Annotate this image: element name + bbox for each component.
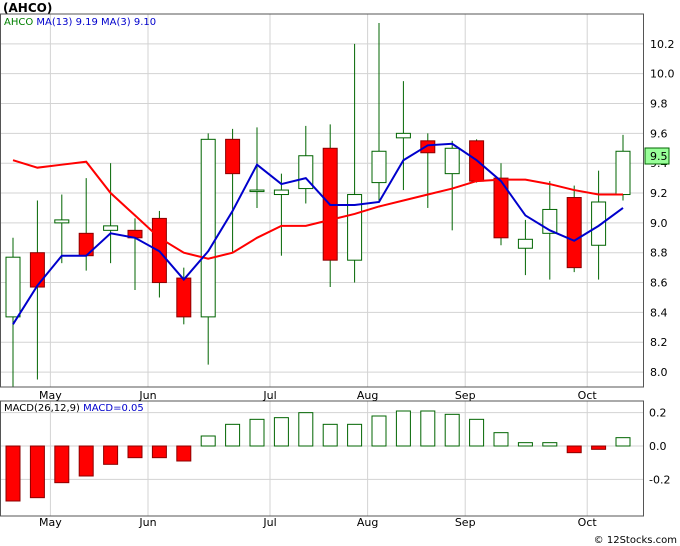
month-label: May — [39, 516, 62, 529]
price-tick-label: 8.6 — [650, 277, 668, 290]
macd-bar — [347, 423, 363, 447]
price-tick-label: 10.0 — [650, 68, 675, 81]
last-price-tag: 9.5 — [644, 147, 670, 165]
legend-entry: MACD=0.05 — [80, 403, 144, 414]
candle-up — [54, 219, 70, 224]
macd-bar — [200, 435, 216, 447]
macd-bar — [322, 423, 338, 447]
macd-bar — [371, 415, 387, 447]
price-tick-label: 9.6 — [650, 127, 668, 140]
month-label: Aug — [357, 516, 378, 529]
macd-bar — [444, 413, 460, 447]
macd-bar — [176, 445, 192, 462]
month-label: Sep — [455, 389, 476, 402]
month-label: May — [39, 389, 62, 402]
legend-entry: MA(13) — [33, 17, 72, 28]
chart-stage: 8.08.28.48.68.89.09.29.49.69.810.010.2 0… — [0, 0, 680, 546]
macd-bar — [29, 445, 45, 499]
macd-bar — [249, 418, 265, 447]
price-tick-label: 9.8 — [650, 98, 668, 111]
watermark: © 12Stocks.com — [594, 535, 677, 546]
macd-bar — [273, 417, 289, 447]
legend-entry: MA(3) — [98, 17, 131, 28]
candle-up — [371, 150, 387, 184]
month-label: Jul — [262, 389, 276, 402]
month-label: Aug — [357, 389, 378, 402]
chart-title: (AHCO) — [3, 1, 52, 15]
macd-bar — [5, 445, 21, 502]
macd-bar — [225, 423, 241, 447]
price-tick-label: 8.0 — [650, 366, 668, 379]
candle-up — [517, 238, 533, 249]
macd-bar — [615, 437, 631, 447]
candle-down — [29, 252, 45, 288]
legend-entry: 9.10 — [131, 17, 156, 28]
macd-bar — [493, 432, 509, 447]
month-label: Oct — [578, 389, 598, 402]
month-label: Sep — [455, 516, 476, 529]
macd-bar — [298, 412, 314, 447]
candle-up — [249, 189, 265, 193]
price-tick-label: 8.4 — [650, 306, 668, 319]
legend-entry: 9.19 — [72, 17, 97, 28]
macd-bar — [566, 445, 582, 454]
legend-entry: MACD(26,12,9) — [4, 403, 80, 414]
candle-down — [176, 277, 192, 318]
candle-up — [5, 256, 21, 318]
legend-entry: AHCO — [4, 17, 33, 28]
stock-chart: 8.08.28.48.68.89.09.29.49.69.810.010.2 0… — [0, 0, 680, 546]
macd-bar — [420, 410, 436, 447]
price-tick-label: 9.0 — [650, 217, 668, 230]
candle-up — [103, 225, 119, 231]
candle-down — [225, 138, 241, 175]
price-tick-label: 10.2 — [650, 38, 675, 51]
macd-bar — [395, 410, 411, 447]
macd-tick-label: 0.2 — [649, 407, 667, 420]
candle-up — [615, 150, 631, 196]
candle-up — [273, 189, 289, 196]
candle-up — [591, 201, 607, 246]
macd-bar — [78, 445, 94, 477]
candle-up — [200, 138, 216, 318]
price-tick-label: 8.8 — [650, 247, 668, 260]
candle-down — [566, 197, 582, 269]
macd-legend: MACD(26,12,9) MACD=0.05 — [4, 403, 144, 414]
macd-bar — [591, 445, 607, 450]
macd-bar — [127, 445, 143, 459]
month-label: Jul — [262, 516, 276, 529]
macd-bar — [542, 442, 558, 447]
macd-bar — [54, 445, 70, 484]
month-label: Oct — [578, 516, 598, 529]
candle-up — [444, 147, 460, 175]
price-tick-label: 9.2 — [650, 187, 668, 200]
chart-background — [0, 0, 680, 546]
macd-tick-label: -0.2 — [649, 473, 670, 486]
macd-bar — [103, 445, 119, 465]
month-label: Jun — [138, 389, 156, 402]
macd-bar — [517, 442, 533, 447]
macd-bar — [151, 445, 167, 459]
price-tick-label: 8.2 — [650, 336, 668, 349]
price-legend: AHCO MA(13) 9.19 MA(3) 9.10 — [4, 17, 156, 28]
month-label: Jun — [138, 516, 156, 529]
candle-down — [420, 140, 436, 154]
last-price-value: 9.5 — [650, 150, 668, 163]
macd-bar — [469, 418, 485, 447]
candle-up — [395, 132, 411, 139]
macd-tick-label: 0.0 — [649, 440, 667, 453]
